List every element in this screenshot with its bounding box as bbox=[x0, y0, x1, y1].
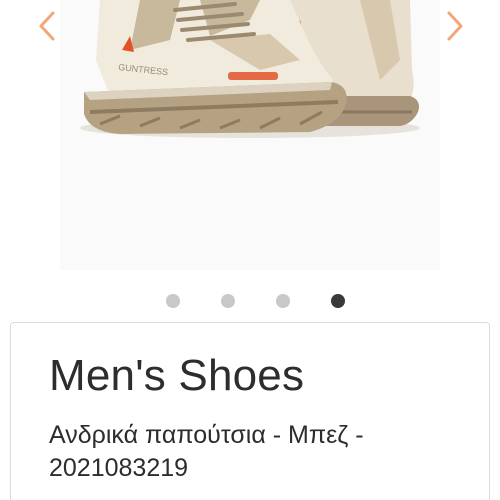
carousel-dot-4-active[interactable] bbox=[331, 294, 345, 308]
chevron-left-icon bbox=[39, 11, 55, 41]
carousel-dot-2[interactable] bbox=[221, 294, 235, 308]
product-info-card: Men's Shoes Ανδρικά παπούτσια - Μπεζ - 2… bbox=[10, 322, 490, 500]
product-title: Men's Shoes bbox=[49, 351, 305, 400]
product-gallery[interactable]: GUNTRESS bbox=[0, 0, 500, 285]
carousel-indicators bbox=[0, 293, 500, 309]
product-image[interactable]: GUNTRESS bbox=[60, 0, 440, 270]
previous-image-button[interactable] bbox=[32, 8, 62, 44]
product-subtitle: Ανδρικά παπούτσια - Μπεζ - 2021083219 bbox=[49, 421, 364, 482]
chevron-right-icon bbox=[447, 11, 463, 41]
next-image-button[interactable] bbox=[440, 8, 470, 44]
boot-product-image: GUNTRESS bbox=[80, 0, 420, 138]
carousel-dot-1[interactable] bbox=[166, 294, 180, 308]
carousel-dot-3[interactable] bbox=[276, 294, 290, 308]
